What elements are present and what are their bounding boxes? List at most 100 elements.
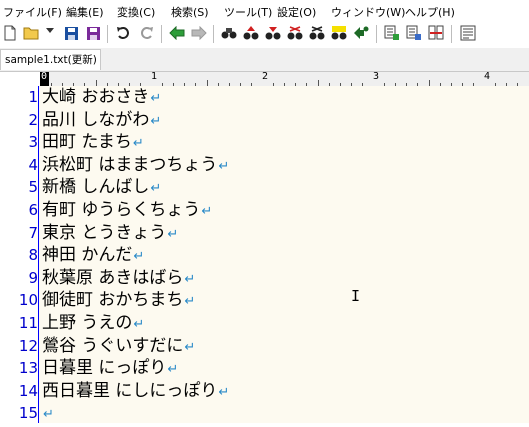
toolbar-separator	[451, 25, 452, 43]
line-text: 日暮里 にっぽり	[42, 358, 167, 379]
grep-replace-button[interactable]	[405, 24, 423, 42]
text-line[interactable]: 日暮里 にっぽり↵	[42, 357, 178, 380]
column-ruler: 0 1 2 3 4	[0, 71, 529, 87]
line-number: 12	[18, 336, 38, 355]
line-text: 東京 とうきょう	[42, 222, 167, 243]
redo-button[interactable]	[138, 24, 156, 42]
search-prev-button[interactable]	[242, 24, 260, 42]
compare-button[interactable]	[427, 24, 445, 42]
line-number: 3	[28, 133, 38, 152]
text-line[interactable]: 品川 しながわ↵	[42, 109, 161, 132]
toolbar-separator	[376, 25, 377, 43]
menu-help[interactable]: ヘルプ(H)	[405, 4, 455, 20]
text-line[interactable]: 鶯谷 うぐいすだに↵	[42, 335, 195, 358]
save-icon	[64, 26, 78, 40]
new-file-button[interactable]	[1, 24, 19, 42]
line-text: 有町 ゆうらくちょう	[42, 200, 201, 220]
line-text: 上野 うえの	[42, 313, 133, 333]
text-line[interactable]: 神田 かんだ↵	[42, 244, 144, 267]
text-line[interactable]: 大崎 おおさき↵	[42, 86, 161, 109]
undo-icon	[117, 27, 129, 39]
menu-settings[interactable]: 設定(O)	[277, 4, 316, 20]
text-line[interactable]: 秋葉原 あきはばら↵	[42, 267, 195, 290]
line-break-mark: ↵	[150, 91, 162, 106]
binoculars-clear-icon	[309, 26, 325, 40]
arrow-left-icon	[169, 26, 185, 40]
compare-icon	[428, 25, 444, 40]
line-break-mark: ↵	[167, 226, 179, 242]
line-text: 鶯谷 うぐいすだに	[42, 335, 184, 356]
save-button[interactable]	[62, 24, 80, 42]
save-all-button[interactable]	[84, 24, 102, 42]
line-break-mark: ↵	[201, 204, 213, 219]
toolbar	[0, 20, 529, 48]
line-break-mark: ↵	[133, 249, 145, 265]
search-clear-button[interactable]	[308, 24, 326, 42]
binoculars-icon	[221, 28, 237, 39]
line-break-mark: ↵	[43, 407, 54, 423]
line-break-mark: ↵	[184, 294, 196, 310]
undo-button[interactable]	[114, 24, 132, 42]
line-text: 神田 かんだ	[42, 245, 133, 266]
text-line[interactable]: 浜松町 はままつちょう↵	[42, 154, 229, 177]
search-button[interactable]	[220, 24, 238, 42]
menu-convert[interactable]: 変換(C)	[117, 4, 155, 20]
ruler-corner	[0, 72, 40, 86]
ruler-label: 3	[373, 71, 380, 82]
line-break-mark: ↵	[184, 339, 196, 355]
tab-sample1[interactable]: sample1.txt(更新)	[0, 49, 101, 70]
jump-back-button[interactable]	[168, 24, 186, 42]
line-number: 9	[28, 268, 38, 287]
line-break-mark: ↵	[218, 158, 230, 174]
ruler-label: 0	[41, 71, 48, 82]
line-number: 1	[28, 88, 38, 106]
jump-forward-button[interactable]	[190, 24, 208, 42]
line-text: 御徒町 おかちまち	[42, 290, 184, 311]
line-number: 14	[18, 381, 38, 400]
line-number: 13	[18, 359, 38, 378]
line-text: 田町 たまち	[42, 132, 132, 153]
line-number: 15	[18, 404, 38, 423]
line-text: 西日暮里 にしにっぽり	[42, 380, 218, 401]
menu-search[interactable]: 検索(S)	[171, 4, 209, 20]
text-line[interactable]: 新橋 しんばし↵	[42, 176, 161, 199]
replace-button[interactable]	[286, 24, 304, 42]
menu-file[interactable]: ファイル(F)	[3, 4, 62, 20]
line-number: 5	[28, 178, 38, 197]
binoculars-down-icon	[265, 27, 281, 40]
highlight-search-button[interactable]	[330, 24, 348, 42]
bookmark-search-button[interactable]	[352, 24, 370, 42]
outline-button[interactable]	[459, 24, 477, 42]
text-line[interactable]: 有町 ゆうらくちょう↵	[42, 199, 212, 222]
text-line[interactable]: ↵	[42, 402, 54, 425]
line-number: 6	[28, 201, 38, 219]
open-dropdown-icon[interactable]	[46, 28, 54, 33]
text-line[interactable]: 東京 とうきょう↵	[42, 222, 178, 245]
line-number-gutter: 1 2 3 4 5 6 7 8 9 10 11 12 13 14 15	[0, 86, 38, 423]
text-editor[interactable]: 1 2 3 4 5 6 7 8 9 10 11 12 13 14 15 大崎 お…	[0, 86, 529, 423]
text-line[interactable]: 御徒町 おかちまち↵	[42, 289, 195, 312]
line-text: 新橋 しんばし	[42, 177, 150, 198]
line-break-mark: ↵	[150, 113, 162, 129]
text-line[interactable]: 上野 うえの↵	[42, 312, 144, 335]
line-number: 8	[28, 246, 38, 265]
menu-tools[interactable]: ツール(T)	[224, 4, 272, 20]
menu-window[interactable]: ウィンドウ(W)	[331, 4, 405, 20]
menu-edit[interactable]: 編集(E)	[66, 4, 104, 20]
line-text: 品川 しながわ	[42, 109, 150, 130]
grep-button[interactable]	[383, 24, 401, 42]
search-next-button[interactable]	[264, 24, 282, 42]
open-file-button[interactable]	[22, 24, 40, 42]
line-number: 7	[28, 223, 38, 242]
line-text: 大崎 おおさき	[42, 87, 150, 107]
ruler-label: 1	[151, 71, 158, 82]
toolbar-separator	[107, 25, 108, 43]
grep-icon	[384, 25, 399, 40]
toolbar-separator	[161, 25, 162, 43]
binoculars-up-icon	[243, 26, 259, 40]
text-line[interactable]: 田町 たまち↵	[42, 131, 144, 154]
grep-replace-icon	[406, 25, 421, 40]
line-number: 2	[28, 110, 38, 129]
text-line[interactable]: 西日暮里 にしにっぽり↵	[42, 380, 229, 403]
line-break-mark: ↵	[218, 384, 230, 400]
